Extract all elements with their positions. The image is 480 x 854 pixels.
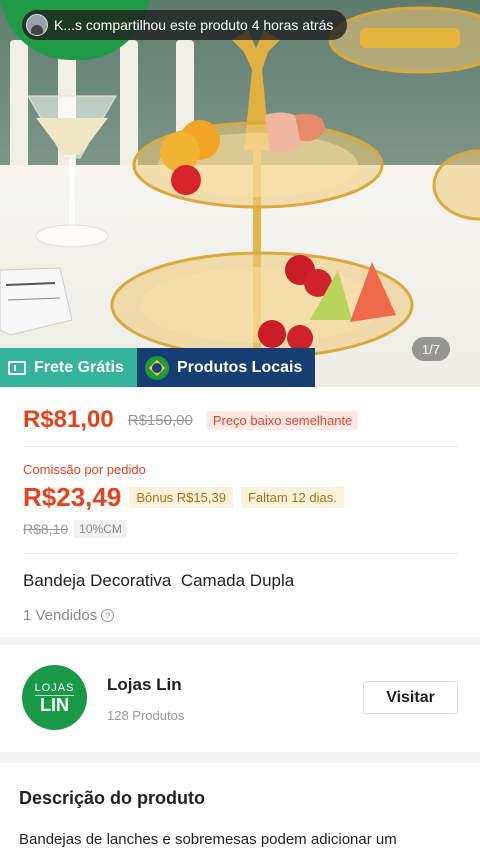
image-page-indicator: 1/7 (412, 337, 450, 361)
info-icon[interactable]: ? (101, 609, 115, 622)
visit-store-button[interactable]: Visitar (363, 681, 458, 714)
product-title: Bandeja Decorativa Camada Dupla (23, 571, 295, 590)
share-text: K...s compartilhou este produto 4 horas … (54, 17, 334, 33)
store-logo-bottom-text: LIN (40, 694, 69, 715)
sold-count-text: 1 Vendidos (23, 607, 98, 624)
store-logo-top-text: LOJAS (34, 681, 75, 696)
commission-old-row: R$8,10 10%CM (23, 520, 127, 538)
current-price: R$81,00 (23, 406, 114, 433)
store-logo[interactable]: LOJAS LIN (22, 665, 87, 730)
store-name[interactable]: Lojas Lin (107, 675, 182, 695)
description-title: Descrição do produto (19, 788, 206, 808)
commission-row: R$23,49 Bônus R$15,39 Faltam 12 dias. (23, 482, 344, 513)
commission-old-value: R$8,10 (23, 521, 69, 537)
product-info-card: R$81,00 R$150,00 Preço baixo semelhante … (0, 387, 480, 637)
ticket-icon (8, 360, 26, 375)
commission-value: R$23,49 (23, 482, 122, 512)
free-shipping-label: Frete Grátis (34, 358, 124, 376)
divider (23, 553, 458, 554)
description-text: Bandejas de lanches e sobremesas podem a… (19, 831, 397, 848)
store-product-count: 128 Produtos (107, 708, 185, 723)
price-row: R$81,00 R$150,00 Preço baixo semelhante (23, 406, 359, 434)
product-image-gallery[interactable]: K...s compartilhou este produto 4 horas … (0, 0, 480, 387)
sold-count: 1 Vendidos ? (23, 607, 115, 624)
free-shipping-tag: Frete Grátis (0, 348, 137, 387)
divider (23, 446, 458, 447)
share-notification: K...s compartilhou este produto 4 horas … (22, 10, 348, 40)
bonus-badge: Bônus R$15,39 (129, 487, 233, 508)
sharer-avatar (26, 14, 48, 36)
description-section: Descrição do produto Bandejas de lanches… (0, 763, 480, 854)
original-price: R$150,00 (127, 411, 193, 429)
commission-label: Comissão por pedido (23, 462, 146, 477)
low-price-badge: Preço baixo semelhante (206, 410, 359, 430)
brazil-flag-icon (145, 355, 169, 380)
commission-rate-badge: 10%CM (74, 520, 127, 538)
local-products-tag: Produtos Locais (137, 348, 315, 387)
days-left-badge: Faltam 12 dias. (240, 487, 344, 508)
local-products-label: Produtos Locais (177, 358, 303, 376)
store-card[interactable]: LOJAS LIN Lojas Lin 128 Produtos Visitar (0, 645, 480, 752)
